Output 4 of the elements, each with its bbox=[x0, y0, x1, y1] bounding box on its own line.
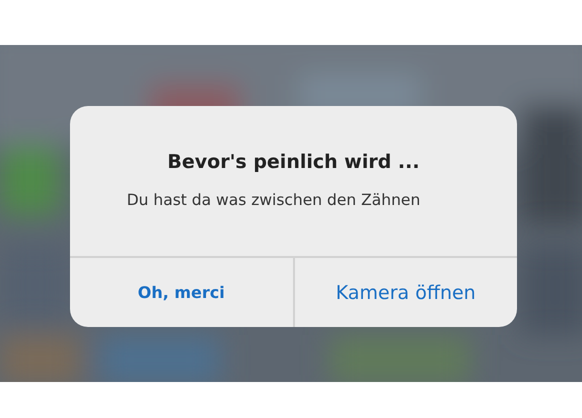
alert-title: Bevor's peinlich wird ... bbox=[167, 151, 420, 173]
alert-message: Du hast da was zwischen den Zähnen bbox=[126, 191, 420, 209]
alert-button[interactable]: Oh, merci bbox=[70, 258, 292, 327]
alert-button[interactable]: Kamera öffnen bbox=[292, 258, 517, 327]
